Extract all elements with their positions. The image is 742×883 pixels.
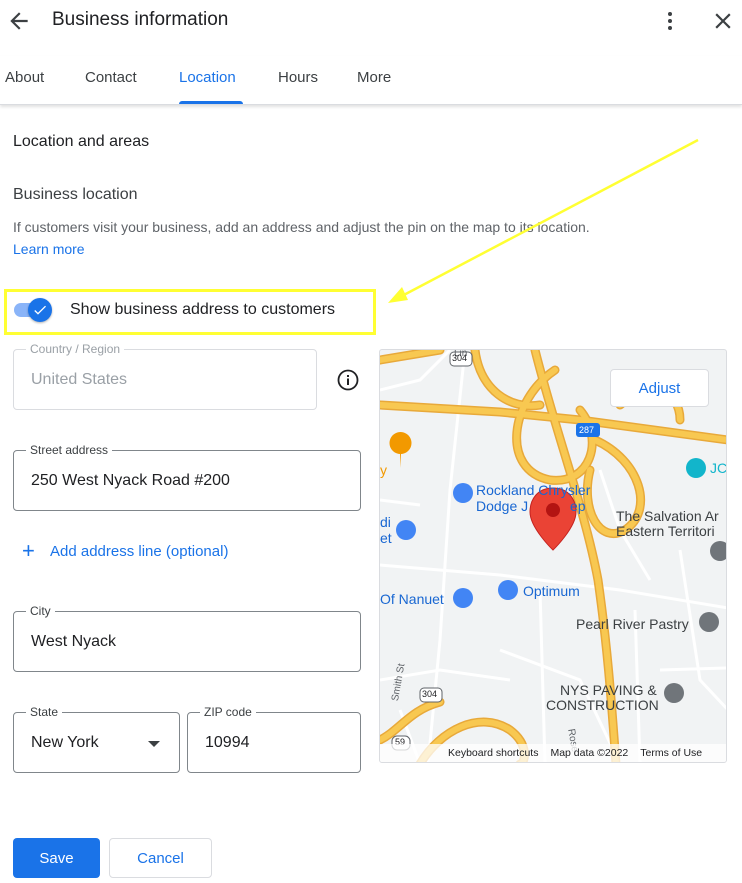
state-select[interactable]: State New York [13,705,180,773]
city-field[interactable]: City West Nyack [13,604,361,672]
dropdown-arrow-icon [148,741,160,747]
street-address-value: 250 West Nyack Road #200 [31,472,230,489]
add-address-line-label: Add address line (optional) [50,542,229,560]
zip-code-value: 10994 [205,734,250,751]
save-button[interactable]: Save [13,838,100,878]
country-label: Country / Region [26,342,125,356]
map-footer: Keyboard shortcuts Map data ©2022 Terms … [380,744,726,762]
checkmark-icon [34,305,46,315]
active-tab-indicator [179,101,243,104]
map-data-attribution: Map data ©2022 [550,747,629,759]
zip-code-field[interactable]: ZIP code 10994 [187,705,361,773]
close-icon[interactable] [710,8,736,34]
map-poi-nys-line2: CONSTRUCTION [546,697,659,713]
map-poi-left-y: y [380,462,387,478]
map-poi-optimum: Optimum [523,583,580,599]
page-title: Business information [52,9,229,30]
state-value: New York [31,734,99,751]
tab-hours[interactable]: Hours [278,69,318,86]
map-poi-jc: JC [710,460,727,476]
map-poi-dodge-tail: ep [570,498,586,514]
route-shield-287: 287 [579,425,595,435]
show-address-label: Show business address to customers [70,301,336,318]
route-shield-304-top: 304 [452,353,468,363]
map-poi-pearl-river-pastry: Pearl River Pastry [576,616,689,632]
map-poi-left-di: di [380,514,391,530]
annotation-arrow [388,138,699,303]
section-title: Location and areas [13,133,150,150]
keyboard-shortcuts-link[interactable]: Keyboard shortcuts [448,747,538,759]
map-poi-nys-line1: NYS PAVING & [560,682,657,698]
add-address-line-button[interactable]: + Add address line (optional) [22,538,229,563]
state-label: State [26,705,63,719]
map-poi-salvation-line2: Eastern Territori [616,523,715,539]
toggle-thumb[interactable] [28,298,52,322]
map-poi-salvation-line1: The Salvation Ar [616,508,719,524]
business-location-heading: Business location [13,186,138,203]
country-value: United States [31,371,128,388]
tab-bar: About Contact Location Hours More [0,56,742,105]
street-address-label: Street address [26,443,113,457]
adjust-pin-button[interactable]: Adjust [610,369,709,407]
info-icon[interactable] [336,368,360,392]
map-poi-nanuet: Of Nanuet [380,591,444,607]
route-shield-304-bottom: 304 [422,689,438,699]
tab-location[interactable]: Location [179,69,236,86]
more-options-icon[interactable] [658,8,682,34]
country-field: Country / Region United States [13,342,317,410]
plus-icon: + [22,538,35,563]
location-map[interactable]: Lin 304 287 304 59 y Rockland Chrysler D… [379,349,727,763]
terms-of-use-link[interactable]: Terms of Use [640,747,702,759]
cancel-button[interactable]: Cancel [109,838,212,878]
city-value: West Nyack [31,633,117,650]
tab-contact[interactable]: Contact [85,69,137,86]
zip-code-label: ZIP code [200,705,256,719]
learn-more-link[interactable]: Learn more [13,241,85,257]
tab-about[interactable]: About [5,69,44,86]
back-arrow-icon[interactable] [6,8,32,34]
city-label: City [26,604,55,618]
map-poi-rockland: Rockland Chrysler [476,482,591,498]
map-poi-left-et: et [380,530,392,546]
street-address-field[interactable]: Street address 250 West Nyack Road #200 [13,443,361,511]
map-poi-dodge: Dodge J [476,498,529,514]
tab-more[interactable]: More [357,69,391,86]
